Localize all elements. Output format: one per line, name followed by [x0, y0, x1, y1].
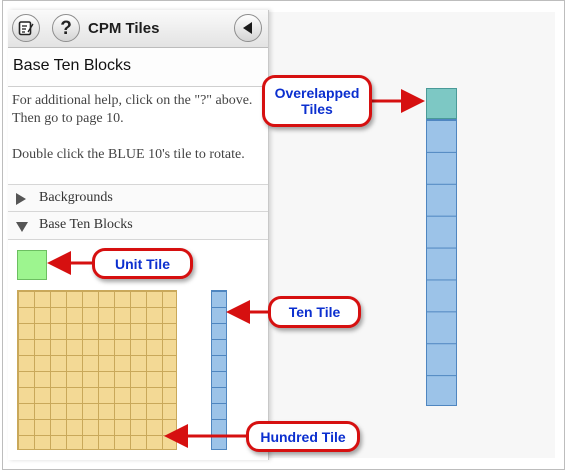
- callout-arrows: [47, 89, 425, 448]
- callout-overlapped-tiles: Overelapped Tiles: [262, 75, 372, 127]
- callout-hundred-tile: Hundred Tile: [246, 421, 360, 452]
- callout-unit-tile: Unit Tile: [92, 248, 193, 279]
- callout-ten-tile: Ten Tile: [268, 296, 361, 328]
